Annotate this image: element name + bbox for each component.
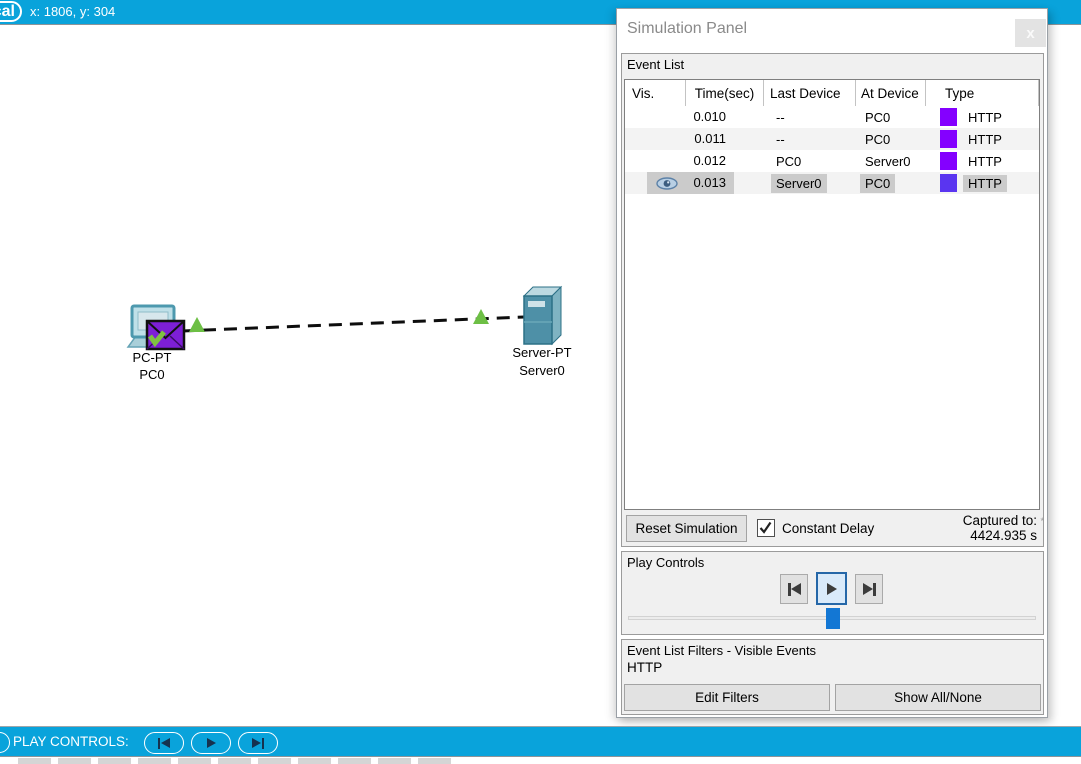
- captured-asterisk: *: [1040, 516, 1044, 526]
- clipped-swatch: [98, 758, 131, 764]
- play-icon: [826, 582, 837, 595]
- column-header-vis[interactable]: Vis.: [625, 80, 686, 106]
- visible-events-value: HTTP: [627, 660, 663, 675]
- triangle-left-icon: [790, 583, 801, 595]
- clipped-swatch: [338, 758, 371, 764]
- captured-to-value: 4424.935 s: [970, 528, 1037, 543]
- clipped-bottom-strip: [0, 758, 1081, 764]
- bar-glyph: [872, 582, 876, 596]
- server-device-icon[interactable]: [522, 285, 563, 346]
- column-header-last-device[interactable]: Last Device: [764, 80, 856, 106]
- event-row-selected[interactable]: 0.013 Server0 PC0 HTTP: [625, 172, 1039, 194]
- pc-model-label: PC-PT: [132, 350, 172, 365]
- event-row[interactable]: 0.010 -- PC0 HTTP: [625, 106, 1039, 128]
- event-list-group: Event List Vis. Time(sec) Last Device At…: [621, 53, 1044, 547]
- event-triangle-server[interactable]: [473, 309, 489, 324]
- clipped-swatch: [218, 758, 251, 764]
- bar-back-to-start-button[interactable]: [144, 732, 184, 754]
- triangle-right-icon: [251, 738, 261, 748]
- bottom-play-controls-bar: PLAY CONTROLS:: [0, 726, 1081, 757]
- pc-name-label: PC0: [139, 367, 165, 382]
- captured-to-readout: Captured to: 4424.935 s *: [962, 513, 1044, 543]
- clipped-swatch: [58, 758, 91, 764]
- clipped-swatch: [258, 758, 291, 764]
- clipped-swatch: [18, 758, 51, 764]
- play-controls-group: Play Controls: [621, 551, 1044, 635]
- clipped-swatch: [298, 758, 331, 764]
- eye-icon: [655, 176, 678, 190]
- triangle-right-icon: [862, 583, 873, 595]
- event-row[interactable]: 0.011 -- PC0 HTTP: [625, 128, 1039, 150]
- packet-color-swatch: [940, 108, 957, 126]
- event-triangle-pc[interactable]: [189, 317, 205, 332]
- column-header-at-device[interactable]: At Device: [856, 80, 926, 106]
- bar-glyph: [157, 737, 161, 749]
- edit-filters-button[interactable]: Edit Filters: [624, 684, 830, 711]
- skip-to-end-button[interactable]: [855, 574, 883, 604]
- play-controls-label: Play Controls: [627, 555, 705, 570]
- show-all-none-button[interactable]: Show All/None: [835, 684, 1041, 711]
- clipped-pill-button[interactable]: [0, 732, 10, 753]
- packet-envelope-icon[interactable]: [145, 319, 186, 351]
- packet-tracer-window: cal x: 1806, y: 304: [0, 0, 1081, 764]
- clipped-swatch: [178, 758, 211, 764]
- check-mark-icon: [759, 521, 772, 534]
- packet-color-swatch: [940, 174, 957, 192]
- event-list-controls: Reset Simulation Constant Delay Captured…: [624, 512, 1044, 544]
- play-controls-bar-label: PLAY CONTROLS:: [13, 734, 129, 749]
- clipped-swatch: [138, 758, 171, 764]
- clipped-swatch: [378, 758, 411, 764]
- bar-glyph: [261, 737, 265, 749]
- event-table-header: Vis. Time(sec) Last Device At Device Typ…: [625, 80, 1039, 106]
- back-to-start-button[interactable]: [780, 574, 808, 604]
- reset-simulation-button[interactable]: Reset Simulation: [626, 514, 747, 542]
- workspace-canvas[interactable]: PC-PT PC0 Server-PT Server0: [0, 26, 616, 726]
- close-icon[interactable]: x: [1015, 19, 1046, 47]
- cursor-coordinates: x: 1806, y: 304: [30, 4, 116, 19]
- packet-color-swatch: [940, 130, 957, 148]
- play-button[interactable]: [816, 572, 847, 605]
- event-list-table: Vis. Time(sec) Last Device At Device Typ…: [624, 79, 1040, 510]
- constant-delay-label: Constant Delay: [782, 520, 875, 536]
- packet-color-swatch: [940, 152, 957, 170]
- clipped-swatch: [418, 758, 451, 764]
- playback-slider-handle[interactable]: [826, 608, 840, 629]
- column-header-type[interactable]: Type: [926, 80, 1039, 106]
- logical-view-toggle-button[interactable]: cal: [0, 1, 22, 22]
- simulation-panel: Simulation Panel x Event List Vis. Time(…: [616, 8, 1048, 718]
- ethernet-link[interactable]: [181, 315, 525, 333]
- event-list-label: Event List: [627, 57, 685, 72]
- simulation-panel-title: Simulation Panel: [627, 20, 748, 37]
- triangle-left-icon: [161, 738, 171, 748]
- constant-delay-checkbox[interactable]: [757, 519, 775, 537]
- server-model-label: Server-PT: [512, 345, 572, 360]
- event-row[interactable]: 0.012 PC0 Server0 HTTP: [625, 150, 1039, 172]
- event-list-filters-group: Event List Filters - Visible Events HTTP…: [621, 639, 1044, 715]
- play-icon: [206, 738, 216, 748]
- bar-skip-to-end-button[interactable]: [238, 732, 278, 754]
- captured-to-label: Captured to:: [962, 513, 1037, 528]
- server-name-label: Server0: [519, 363, 565, 378]
- bar-play-button[interactable]: [191, 732, 231, 754]
- column-header-time[interactable]: Time(sec): [686, 80, 764, 106]
- filters-label: Event List Filters - Visible Events: [627, 643, 817, 658]
